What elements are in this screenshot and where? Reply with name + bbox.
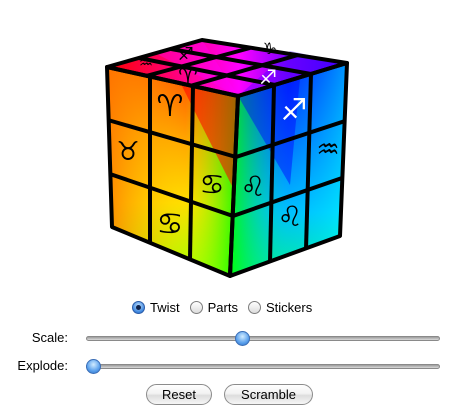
radio-twist-indicator[interactable] — [132, 300, 145, 314]
glyph-right-0: ♐ — [281, 93, 308, 128]
glyph-right-2: ♌ — [240, 170, 265, 203]
glyph-top-4: ♐ — [259, 65, 277, 89]
glyph-right-3: ♌ — [277, 200, 302, 233]
cube-viewport[interactable]: ♐ ♑ ♒ ♈ ♐ ♈ ♉ ♋ ♋ ♐ ♒ ♌ ♌ ♒ — [0, 0, 460, 290]
radio-twist-label: Twist — [150, 299, 180, 315]
radio-stickers-indicator[interactable] — [247, 300, 261, 314]
radio-parts-label: Parts — [207, 299, 238, 315]
scale-label: Scale: — [31, 330, 68, 345]
scale-slider-knob[interactable] — [235, 331, 251, 346]
radio-parts[interactable]: Parts — [189, 299, 238, 315]
radio-twist[interactable]: Twist — [132, 300, 180, 315]
radio-stickers[interactable]: Stickers — [247, 299, 313, 315]
glyph-top-1: ♑ — [263, 39, 277, 58]
glyph-left-0: ♈ — [157, 89, 184, 124]
glyph-top-3: ♈ — [178, 65, 198, 90]
explode-slider-row: Explode: — [0, 356, 460, 376]
glyph-left-3: ♋ — [157, 207, 184, 242]
radio-stickers-label: Stickers — [265, 299, 313, 315]
glyph-left-2: ♋ — [199, 168, 224, 201]
glyph-top-0: ♐ — [178, 44, 194, 65]
explode-slider-knob[interactable] — [86, 359, 101, 374]
explode-label: Explode: — [17, 358, 68, 373]
radio-parts-indicator[interactable] — [189, 300, 203, 314]
glyph-right-1: ♒ — [316, 135, 339, 165]
reset-button[interactable]: Reset — [146, 384, 212, 405]
scramble-button[interactable]: Scramble — [224, 384, 313, 405]
explode-slider-track[interactable] — [86, 364, 440, 369]
mode-radio-group: Twist Parts Stickers — [132, 297, 322, 317]
rubiks-cube-3d[interactable]: ♐ ♑ ♒ ♈ ♐ ♈ ♉ ♋ ♋ ♐ ♒ ♌ ♌ ♒ — [0, 0, 460, 290]
glyph-left-1: ♉ — [116, 137, 139, 167]
scale-slider-track[interactable] — [86, 336, 440, 341]
action-buttons: Reset Scramble — [0, 384, 460, 406]
scale-slider-row: Scale: — [0, 328, 460, 348]
glyph-top-2: ♒ — [139, 53, 153, 72]
